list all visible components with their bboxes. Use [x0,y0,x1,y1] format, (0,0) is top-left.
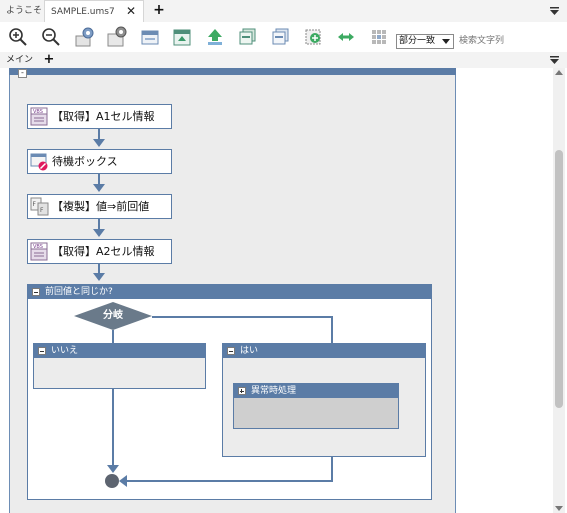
svg-text:F: F [40,207,44,214]
vertical-scrollbar[interactable] [553,68,565,513]
outer-flow-header [9,68,456,75]
match-mode-select[interactable]: 部分一致 [396,34,454,49]
flow-node-get-a2[interactable]: VBS 【取得】A2セル情報 [27,239,172,264]
zoom-out-icon[interactable] [39,25,63,49]
tab-welcome-label: ようこそ [6,6,43,16]
arrow-down-icon [93,139,105,147]
svg-text:F: F [33,201,37,208]
flow-node-label: 【取得】A2セル情報 [52,245,155,258]
add-frame-icon[interactable] [302,25,326,49]
expand-toggle-icon[interactable] [238,387,246,395]
scroll-thumb[interactable] [555,150,563,408]
stack-a-icon[interactable] [236,25,260,49]
swap-arrows-icon[interactable] [334,25,358,49]
merge-endpoint[interactable] [105,474,119,488]
vbs-icon: VBS [30,242,48,261]
upload-icon[interactable] [203,25,227,49]
zoom-in-icon[interactable] [6,25,30,49]
tab-bar: ようこそ SAMPLE.ums7 ✕ + [0,0,567,22]
vbs-icon: VBS [30,107,48,126]
branch-yes-header: はい [223,344,425,358]
outer-collapse-toggle[interactable]: - [18,69,27,78]
connector-line [331,316,333,343]
connector-line [126,480,333,482]
flow-node-label: 【取得】A1セル情報 [52,110,155,123]
chevron-down-icon [442,39,450,44]
window-b-icon[interactable] [170,25,194,49]
branch-diamond-label: 分岐 [103,310,123,321]
arrow-left-icon [119,475,127,487]
branch-no-header: いいえ [34,344,205,358]
match-mode-value: 部分一致 [399,36,436,46]
flow-node-copy-value[interactable]: FF 【複製】値⇒前回値 [27,194,172,219]
search-input[interactable] [456,34,564,49]
add-tab-icon[interactable]: + [152,2,166,18]
error-handling-header: 異常時処理 [234,384,398,398]
stack-b-icon[interactable] [269,25,293,49]
tab-welcome[interactable]: ようこそ [0,0,42,22]
add-subtab-icon[interactable]: + [42,52,56,68]
arrow-down-icon [93,273,105,281]
menu-caret-icon[interactable] [550,7,559,15]
copy-icon: FF [30,197,49,216]
branch-no[interactable]: いいえ [33,343,206,389]
settings-b-icon[interactable] [105,25,129,49]
condition-group-header: 前回値と同じか? [28,285,431,299]
scroll-down-icon[interactable] [555,506,563,511]
tab-main[interactable]: メイン [0,52,34,68]
tab-main-label: メイン [6,55,34,65]
sub-tab-bar: メイン + [0,52,567,68]
flow-node-label: 待機ボックス [52,155,118,168]
wait-box-icon [30,153,48,171]
settings-a-icon[interactable] [73,25,97,49]
connector-line [112,389,114,466]
flow-node-get-a1[interactable]: VBS 【取得】A1セル情報 [27,104,172,129]
close-icon[interactable]: ✕ [124,4,138,18]
branch-yes-label: はい [240,346,259,356]
branch-no-label: いいえ [51,346,79,356]
arrow-down-icon [93,184,105,192]
flow-node-label: 【複製】値⇒前回値 [52,200,150,213]
scroll-up-icon[interactable] [555,70,563,75]
connector-line [331,457,333,482]
grid-icon[interactable] [367,25,391,49]
condition-group-title: 前回値と同じか? [45,287,113,297]
error-handling-label: 異常時処理 [251,386,297,396]
connector-line [112,330,114,344]
subtab-menu-caret-icon[interactable] [550,56,559,64]
collapse-toggle-icon[interactable] [32,288,40,296]
arrow-down-icon [93,229,105,237]
svg-text:VBS: VBS [33,244,43,250]
svg-text:VBS: VBS [33,109,43,115]
toolbar: 部分一致 [0,22,567,52]
arrow-down-icon [107,465,119,473]
flow-node-wait-box[interactable]: 待機ボックス [27,149,172,174]
collapse-toggle-icon[interactable] [227,347,235,355]
app-window: ようこそ SAMPLE.ums7 ✕ + 部分一致 検索文字列 メイン + - … [0,0,567,513]
connector-line [152,316,332,318]
window-a-icon[interactable] [138,25,162,49]
error-handling-group[interactable]: 異常時処理 [233,383,399,429]
tab-sample-label: SAMPLE.ums7 [51,7,115,17]
collapse-toggle-icon[interactable] [38,347,46,355]
